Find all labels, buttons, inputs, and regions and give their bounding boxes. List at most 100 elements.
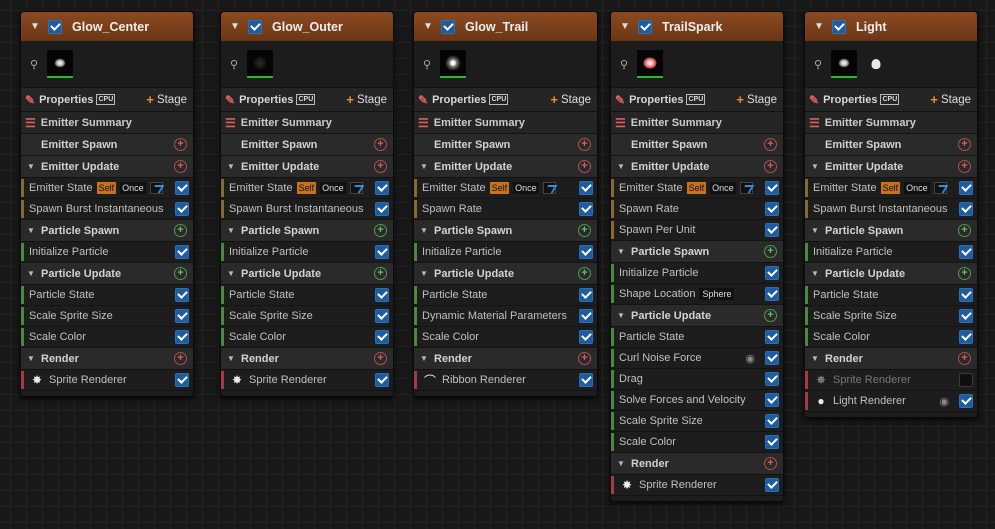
renderer-item[interactable]: ✸ Sprite Renderer [611,475,783,496]
module-item[interactable]: Particle State [21,285,193,306]
chevron-down-icon[interactable]: ▼ [227,269,241,278]
chevron-down-icon[interactable]: ▼ [27,269,41,278]
properties-row[interactable]: ✎ Properties CPU + Stage [805,88,977,112]
chevron-down-icon[interactable]: ▼ [617,247,631,256]
chevron-down-icon[interactable]: ▼ [617,162,631,171]
chevron-down-icon[interactable]: ▼ [27,162,41,171]
emitter-header[interactable]: ▼ Light [805,12,977,41]
module-enable-checkbox[interactable] [579,373,593,387]
module-enable-checkbox[interactable] [579,202,593,216]
chevron-down-icon[interactable]: ▼ [811,162,825,171]
add-module-icon[interactable]: + [958,352,971,365]
module-item[interactable]: Emitter State Self Once [414,178,597,199]
module-item[interactable]: Spawn Per Unit [611,220,783,241]
eye-icon[interactable]: ◉ [939,395,949,408]
module-enable-checkbox[interactable] [765,393,779,407]
group-emitter-update[interactable]: ▼ Emitter Update + [611,156,783,178]
module-enable-checkbox[interactable] [175,373,189,387]
module-item[interactable]: Initialize Particle [221,242,393,263]
module-item[interactable]: Solve Forces and Velocity [611,390,783,411]
renderer-item[interactable]: ● Light Renderer ◉ [805,391,977,412]
group-emitter-spawn[interactable]: Emitter Spawn + [611,134,783,156]
group-render[interactable]: ▼ Render + [805,348,977,370]
module-item[interactable]: Spawn Burst Instantaneous [221,199,393,220]
add-module-icon[interactable]: + [578,224,591,237]
module-enable-checkbox[interactable] [375,181,389,195]
module-enable-checkbox[interactable] [765,330,779,344]
group-render[interactable]: ▼ Render + [21,348,193,370]
group-emitter-spawn[interactable]: Emitter Spawn + [805,134,977,156]
module-enable-checkbox[interactable] [959,288,973,302]
properties-row[interactable]: ✎ Properties CPU + Stage [21,88,193,112]
module-item[interactable]: Scale Sprite Size [805,306,977,327]
add-module-icon[interactable]: + [764,245,777,258]
emitter-anchor-icon[interactable]: ⚲ [227,58,241,71]
add-module-icon[interactable]: + [764,160,777,173]
add-module-icon[interactable]: + [958,224,971,237]
module-item[interactable]: Scale Color [221,327,393,348]
module-item[interactable]: Spawn Burst Instantaneous [805,199,977,220]
module-item[interactable]: Particle State [414,285,597,306]
module-item[interactable]: Initialize Particle [805,242,977,263]
module-enable-checkbox[interactable] [765,181,779,195]
emitter-header[interactable]: ▼ Glow_Outer [221,12,393,41]
add-module-icon[interactable]: + [174,138,187,151]
group-particle-spawn[interactable]: ▼ Particle Spawn + [611,241,783,263]
module-enable-checkbox[interactable] [175,181,189,195]
module-enable-checkbox[interactable] [959,330,973,344]
module-enable-checkbox[interactable] [375,202,389,216]
module-enable-checkbox[interactable] [579,288,593,302]
module-enable-checkbox[interactable] [375,330,389,344]
chevron-down-icon[interactable]: ▼ [617,311,631,320]
group-emitter-spawn[interactable]: Emitter Spawn + [21,134,193,156]
module-item[interactable]: Dynamic Material Parameters [414,306,597,327]
curve-icon[interactable] [149,182,163,194]
group-emitter-update[interactable]: ▼ Emitter Update + [805,156,977,178]
chevron-down-icon[interactable]: ▼ [227,354,241,363]
module-item[interactable]: Scale Color [414,327,597,348]
emitter-summary-row[interactable]: ☰ Emitter Summary [21,112,193,134]
module-item[interactable]: Emitter State Self Once [21,178,193,199]
collapse-arrow-icon[interactable]: ▼ [620,21,638,32]
renderer-thumbnail[interactable] [247,50,273,78]
collapse-arrow-icon[interactable]: ▼ [230,21,248,32]
group-particle-update[interactable]: ▼ Particle Update + [611,305,783,327]
emitter-anchor-icon[interactable]: ⚲ [27,58,41,71]
module-item[interactable]: Spawn Rate [414,199,597,220]
group-emitter-spawn[interactable]: Emitter Spawn + [221,134,393,156]
emitter-anchor-icon[interactable]: ⚲ [811,58,825,71]
module-enable-checkbox[interactable] [765,478,779,492]
renderer-thumbnail[interactable] [440,50,466,78]
emitter-enable-checkbox[interactable] [248,19,262,34]
renderer-item[interactable]: ✸ Sprite Renderer [221,370,393,391]
module-item[interactable]: Initialize Particle [21,242,193,263]
renderer-thumbnail[interactable] [47,50,73,78]
add-module-icon[interactable]: + [374,160,387,173]
group-emitter-update[interactable]: ▼ Emitter Update + [414,156,597,178]
module-enable-checkbox[interactable] [959,181,973,195]
add-stage-button[interactable]: + Stage [736,92,777,107]
emitter-summary-row[interactable]: ☰ Emitter Summary [805,112,977,134]
add-module-icon[interactable]: + [374,138,387,151]
curve-icon[interactable] [739,182,753,194]
properties-row[interactable]: ✎ Properties CPU + Stage [611,88,783,112]
renderer-thumbnail[interactable] [637,50,663,78]
module-enable-checkbox[interactable] [765,414,779,428]
module-enable-checkbox[interactable] [579,181,593,195]
renderer-item[interactable]: ⌒ Ribbon Renderer [414,370,597,391]
group-particle-spawn[interactable]: ▼ Particle Spawn + [805,220,977,242]
add-module-icon[interactable]: + [174,267,187,280]
group-particle-update[interactable]: ▼ Particle Update + [221,263,393,285]
add-module-icon[interactable]: + [958,267,971,280]
add-module-icon[interactable]: + [174,224,187,237]
module-enable-checkbox[interactable] [959,202,973,216]
module-enable-checkbox[interactable] [175,288,189,302]
module-enable-checkbox[interactable] [765,435,779,449]
add-module-icon[interactable]: + [174,160,187,173]
module-item[interactable]: Particle State [611,327,783,348]
module-item[interactable]: Scale Color [611,432,783,453]
module-item[interactable]: Emitter State Self Once [805,178,977,199]
group-particle-update[interactable]: ▼ Particle Update + [805,263,977,285]
module-enable-checkbox[interactable] [375,309,389,323]
emitter-enable-checkbox[interactable] [638,19,652,34]
